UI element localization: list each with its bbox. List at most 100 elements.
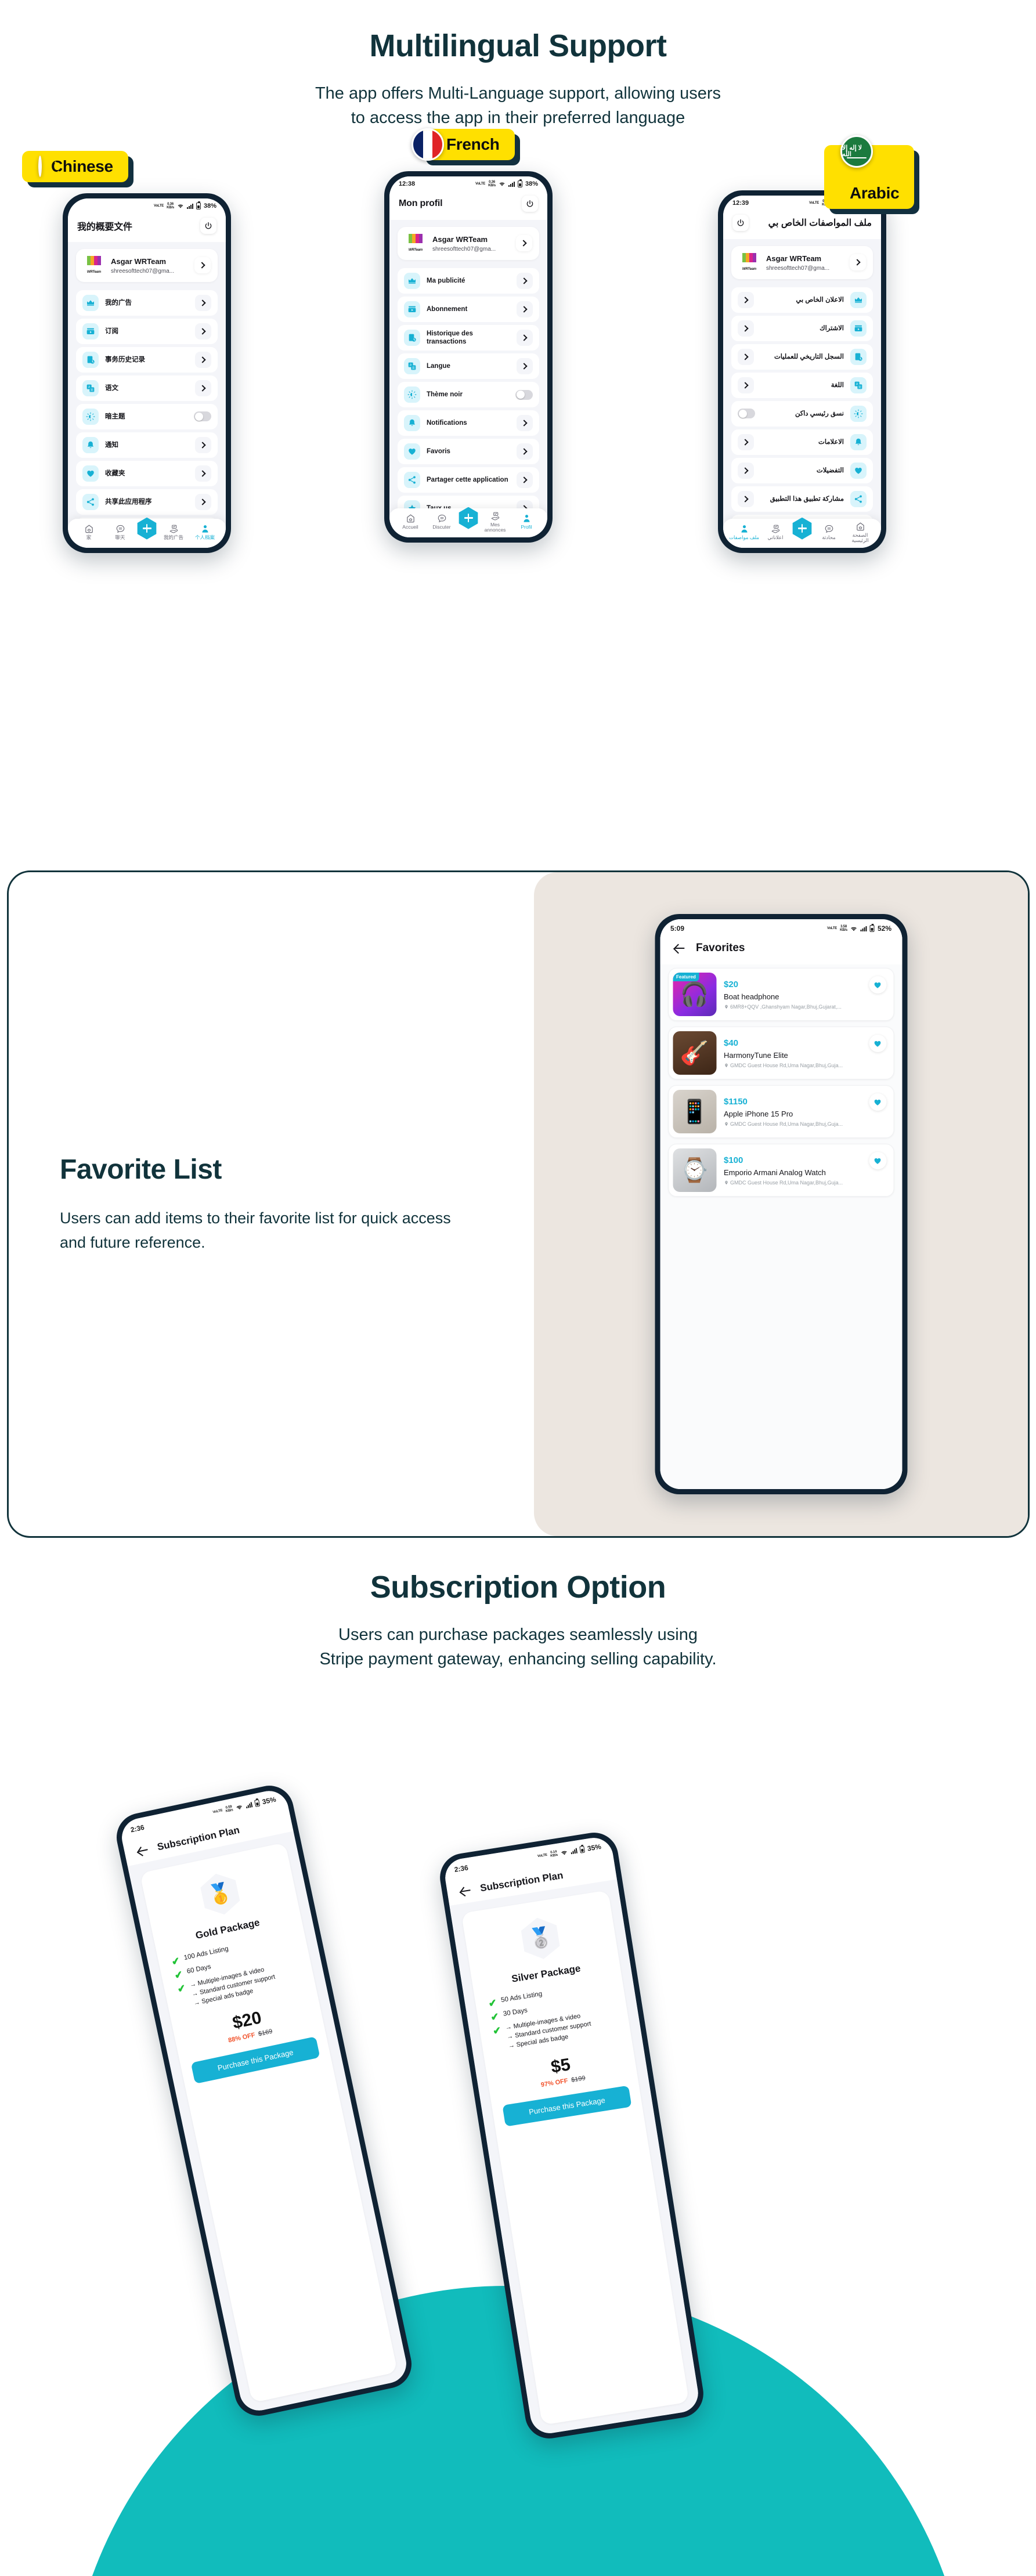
settings-row[interactable]: 事务历史记录 — [76, 346, 218, 373]
status-battery-french: 38% — [525, 180, 538, 188]
settings-row[interactable]: الاعلامات — [731, 429, 873, 455]
tab-my-ads[interactable]: Mes annonces — [479, 511, 511, 533]
tab-my-ads[interactable]: اعلاناتي — [760, 524, 791, 540]
chevron-right-icon[interactable] — [738, 433, 754, 450]
appbar-favorites: Favorites — [660, 935, 902, 964]
logout-button-chinese[interactable] — [200, 217, 216, 234]
profile-name-arabic: Asgar WRTeam — [766, 254, 822, 263]
settings-row[interactable]: Ma publicité — [398, 268, 539, 294]
tab-home[interactable]: Accueil — [395, 514, 426, 530]
status-battery-gold: 35% — [261, 1795, 277, 1807]
chevron-right-icon[interactable] — [517, 472, 533, 489]
subscription-option-section: Subscription Option Users can purchase p… — [0, 1567, 1036, 2576]
settings-row[interactable]: A 文 Langue — [398, 353, 539, 380]
profile-email-arabic: shreesofttech07@gma... — [766, 265, 830, 272]
chevron-right-icon[interactable] — [738, 377, 754, 393]
chevron-right-icon[interactable] — [517, 358, 533, 375]
settings-row[interactable]: 通知 — [76, 432, 218, 458]
tab-home[interactable]: الصفحة الرئيسية — [844, 522, 876, 544]
chevron-right-icon[interactable] — [195, 351, 211, 368]
settings-row[interactable]: مشاركة تطبيق هذا التطبيق — [731, 486, 873, 512]
check-icon: ✔ — [173, 1968, 184, 1982]
tab-profile[interactable]: ملف مواصفات — [728, 524, 760, 540]
check-icon: ✔ — [492, 2024, 502, 2037]
settings-row-label: الاعلان الخاص بي — [796, 296, 844, 304]
settings-row[interactable]: 我的广告 — [76, 290, 218, 316]
chevron-right-icon[interactable] — [738, 462, 754, 479]
chevron-right-icon[interactable] — [195, 436, 211, 453]
chevron-right-icon[interactable] — [195, 294, 211, 311]
settings-row[interactable]: 共享此应用程序 — [76, 489, 218, 515]
tab-chat[interactable]: محادثة — [813, 524, 844, 540]
profile-open-button-french[interactable] — [516, 235, 532, 252]
settings-row[interactable]: A 文 اللغة — [731, 372, 873, 398]
chevron-right-icon[interactable] — [195, 380, 211, 396]
settings-row[interactable]: الاعلان الخاص بي — [731, 287, 873, 313]
chevron-right-icon[interactable] — [517, 415, 533, 432]
tab-my-ads[interactable]: 我的广告 — [158, 524, 189, 540]
tab-chat[interactable]: Discuter — [426, 514, 457, 530]
wrteam-logo: WRTeam — [405, 233, 427, 254]
favorite-item-card[interactable]: Featured 🎧 $20 Boat headphone 6MR8+QQV ,Ghan… — [668, 968, 894, 1021]
chevron-right-icon[interactable] — [738, 490, 754, 507]
settings-row[interactable]: التفضيلات — [731, 457, 873, 483]
favorite-heart-button[interactable] — [869, 1035, 886, 1052]
back-arrow-icon[interactable] — [458, 1883, 473, 1898]
settings-row[interactable]: 收藏夹 — [76, 460, 218, 486]
language-pill-arabic: لا إله إلا الله Arabic — [824, 135, 915, 209]
heart-icon — [874, 1099, 881, 1105]
back-arrow-icon[interactable] — [673, 941, 686, 955]
chevron-right-icon[interactable] — [738, 291, 754, 308]
settings-row[interactable]: Partager cette application — [398, 467, 539, 493]
plus-fab-icon[interactable] — [137, 517, 157, 540]
profile-open-button-chinese[interactable] — [194, 257, 211, 274]
settings-row[interactable]: Notifications — [398, 410, 539, 436]
chevron-right-icon[interactable] — [195, 323, 211, 339]
tab-profile[interactable]: Profil — [511, 514, 542, 530]
profile-card-chinese[interactable]: WRTeam Asgar WRTeam shreesofttech07@gma.… — [76, 248, 218, 282]
network-speed-label: 0.36 KB/s — [488, 180, 496, 188]
dark-theme-toggle[interactable] — [738, 409, 755, 419]
profile-card-arabic[interactable]: WRTeam Asgar WRTeam shreesofttech07@gma.… — [731, 245, 873, 279]
settings-row[interactable]: 订阅 — [76, 318, 218, 344]
chevron-right-icon[interactable] — [738, 320, 754, 337]
dark-theme-toggle[interactable] — [194, 411, 211, 422]
favorite-item-card[interactable]: 📱 $1150 Apple iPhone 15 Pro GMDC Guest Hous… — [668, 1085, 894, 1138]
plus-fab-icon[interactable] — [792, 517, 812, 540]
favorite-heart-button[interactable] — [869, 1152, 886, 1169]
settings-row[interactable]: الاشتراك — [731, 315, 873, 341]
profile-card-french[interactable]: WRTeam Asgar WRTeam shreesofttech07@gma.… — [398, 226, 539, 260]
settings-row[interactable]: 暗主题 — [76, 403, 218, 429]
favorite-heart-button[interactable] — [869, 976, 886, 993]
chevron-right-icon[interactable] — [738, 348, 754, 365]
settings-row[interactable]: Thème noir — [398, 382, 539, 408]
chevron-right-icon[interactable] — [517, 330, 533, 346]
chevron-right-icon[interactable] — [195, 493, 211, 510]
chevron-right-icon[interactable] — [517, 301, 533, 317]
chevron-right-icon[interactable] — [517, 272, 533, 289]
silver-medal-icon: 🥈 — [517, 1914, 564, 1962]
settings-row[interactable]: السجل التاريخي للعمليات — [731, 344, 873, 370]
logout-button-arabic[interactable] — [732, 214, 749, 231]
back-arrow-icon[interactable] — [135, 1842, 151, 1858]
favorite-item-card[interactable]: ⌚ $100 Emporio Armani Analog Watch GMDC Gue… — [668, 1144, 894, 1197]
plus-fab-icon[interactable] — [459, 507, 478, 529]
product-image: ⌚ — [680, 1158, 709, 1183]
dark-theme-toggle[interactable] — [515, 389, 533, 400]
settings-row[interactable]: A 文语文 — [76, 375, 218, 401]
settings-row[interactable]: نسق رئيسي داكن — [731, 400, 873, 427]
tab-chat[interactable]: 聊天 — [104, 524, 136, 540]
profile-open-button-arabic[interactable] — [850, 254, 866, 271]
favorite-item-card[interactable]: 🎸 $40 HarmonyTune Elite GMDC Guest House Rd… — [668, 1027, 894, 1079]
settings-row[interactable]: Historique des transactions — [398, 324, 539, 351]
tab-home[interactable]: 家 — [73, 524, 104, 540]
chevron-right-icon[interactable] — [517, 443, 533, 460]
language-label-arabic: Arabic — [850, 184, 900, 203]
settings-row[interactable]: Favoris — [398, 439, 539, 465]
multilingual-title: Multilingual Support — [369, 28, 667, 63]
favorite-heart-button[interactable] — [869, 1093, 886, 1111]
tab-profile[interactable]: 个人档案 — [189, 524, 221, 540]
settings-row[interactable]: Abonnement — [398, 296, 539, 322]
chevron-right-icon[interactable] — [195, 465, 211, 482]
logout-button-french[interactable] — [522, 195, 538, 212]
